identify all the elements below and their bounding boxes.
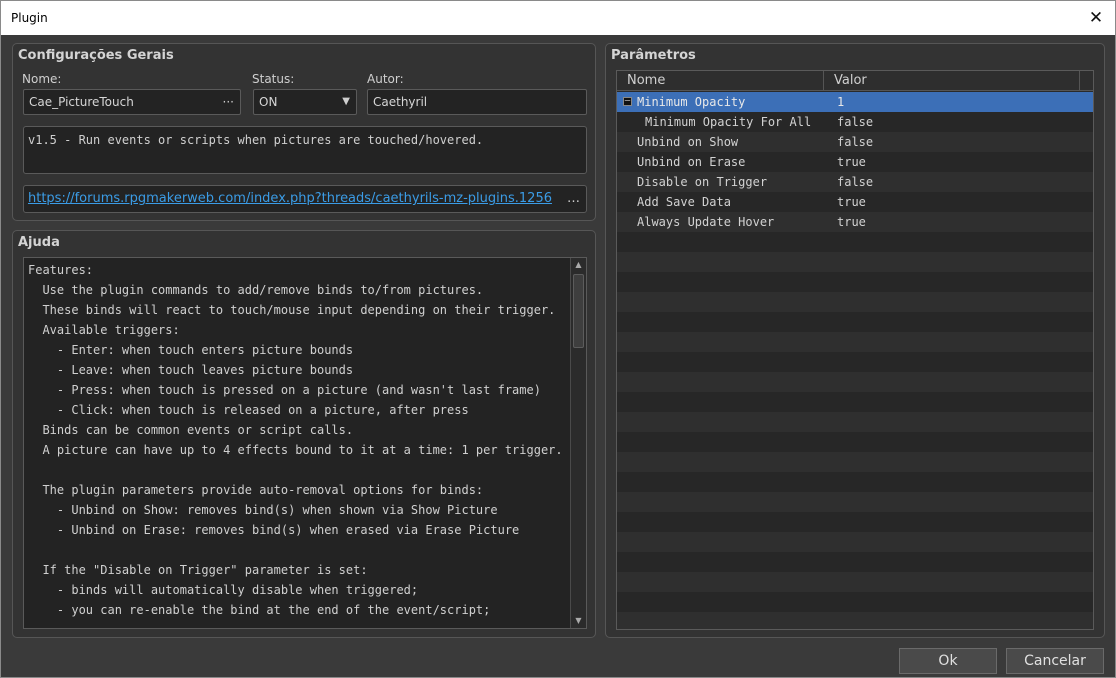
name-value: Cae_PictureTouch bbox=[29, 95, 134, 109]
param-name: Disable on Trigger bbox=[637, 175, 768, 189]
table-row[interactable]: Unbind on Erase true bbox=[617, 152, 1093, 172]
table-row[interactable]: Minimum Opacity For All false bbox=[617, 112, 1093, 132]
empty-row bbox=[617, 292, 1093, 312]
param-value: false bbox=[837, 135, 874, 149]
empty-row bbox=[617, 392, 1093, 412]
column-divider[interactable] bbox=[1079, 71, 1080, 91]
help-group: Ajuda Features: Use the plugin commands … bbox=[12, 230, 596, 638]
param-value: false bbox=[837, 175, 874, 189]
column-header-name[interactable]: Nome bbox=[617, 71, 665, 91]
param-value: true bbox=[837, 155, 866, 169]
plugin-url-link[interactable]: https://forums.rpgmakerweb.com/index.php… bbox=[28, 191, 552, 206]
help-title: Ajuda bbox=[18, 235, 60, 250]
empty-row bbox=[617, 552, 1093, 572]
title-bar: Plugin ✕ bbox=[1, 1, 1115, 35]
parameter-rows: – Minimum Opacity 1 Minimum Opacity For … bbox=[617, 92, 1093, 629]
param-name: Unbind on Erase bbox=[637, 155, 746, 169]
empty-row bbox=[617, 452, 1093, 472]
table-row[interactable]: Always Update Hover true bbox=[617, 212, 1093, 232]
ok-button[interactable]: Ok bbox=[899, 648, 997, 674]
help-text: Features: Use the plugin commands to add… bbox=[28, 263, 563, 617]
table-row[interactable]: Disable on Trigger false bbox=[617, 172, 1093, 192]
help-scrollbar[interactable]: ▲ ▼ bbox=[570, 258, 586, 628]
general-settings-group: Configurações Gerais Nome: Cae_PictureTo… bbox=[12, 43, 596, 221]
table-row[interactable]: Unbind on Show false bbox=[617, 132, 1093, 152]
status-select[interactable]: ON ▼ bbox=[253, 89, 357, 115]
status-label: Status: bbox=[252, 72, 295, 86]
param-name: Unbind on Show bbox=[637, 135, 739, 149]
cancel-button[interactable]: Cancelar bbox=[1006, 648, 1104, 674]
scroll-thumb[interactable] bbox=[573, 274, 584, 348]
description-text: v1.5 - Run events or scripts when pictur… bbox=[28, 133, 484, 147]
author-value: Caethyril bbox=[373, 95, 428, 109]
param-value: true bbox=[837, 195, 866, 209]
param-value: false bbox=[837, 115, 874, 129]
table-row[interactable]: – Minimum Opacity 1 bbox=[617, 92, 1093, 112]
param-value: true bbox=[837, 215, 866, 229]
empty-row bbox=[617, 592, 1093, 612]
scroll-down-arrow-icon[interactable]: ▼ bbox=[571, 614, 586, 628]
param-name: Minimum Opacity bbox=[637, 95, 746, 109]
empty-row bbox=[617, 532, 1093, 552]
table-header: Nome Valor bbox=[617, 71, 1093, 91]
column-header-value[interactable]: Valor bbox=[824, 71, 867, 91]
empty-row bbox=[617, 252, 1093, 272]
empty-row bbox=[617, 512, 1093, 532]
empty-row bbox=[617, 272, 1093, 292]
close-icon[interactable]: ✕ bbox=[1083, 5, 1109, 31]
empty-row bbox=[617, 612, 1093, 629]
description-field[interactable]: v1.5 - Run events or scripts when pictur… bbox=[23, 126, 587, 174]
empty-row bbox=[617, 472, 1093, 492]
author-field[interactable]: Caethyril bbox=[367, 89, 587, 115]
param-value: 1 bbox=[837, 95, 845, 109]
author-label: Autor: bbox=[367, 72, 404, 86]
plugin-dialog: Plugin ✕ Configurações Gerais Nome: Cae_… bbox=[0, 0, 1116, 678]
help-text-area[interactable]: Features: Use the plugin commands to add… bbox=[23, 257, 587, 629]
name-browse-button[interactable]: ··· bbox=[223, 90, 234, 114]
parameters-table: Nome Valor – Minimum Opacity 1 Minimum O… bbox=[616, 70, 1094, 630]
empty-row bbox=[617, 572, 1093, 592]
empty-row bbox=[617, 332, 1093, 352]
param-name: Always Update Hover bbox=[637, 215, 775, 229]
empty-row bbox=[617, 312, 1093, 332]
table-row[interactable]: Add Save Data true bbox=[617, 192, 1093, 212]
param-name: Minimum Opacity For All bbox=[645, 115, 812, 129]
scroll-up-arrow-icon[interactable]: ▲ bbox=[571, 258, 586, 272]
empty-row bbox=[617, 232, 1093, 252]
name-field[interactable]: Cae_PictureTouch ··· bbox=[23, 89, 241, 115]
status-value: ON bbox=[259, 95, 278, 109]
empty-row bbox=[617, 492, 1093, 512]
url-field[interactable]: https://forums.rpgmakerweb.com/index.php… bbox=[23, 185, 587, 213]
name-label: Nome: bbox=[22, 72, 62, 86]
parameters-title: Parâmetros bbox=[611, 48, 696, 63]
parameters-group: Parâmetros Nome Valor – Minimum Opacity … bbox=[605, 43, 1105, 638]
collapse-minus-icon[interactable]: – bbox=[623, 97, 632, 106]
general-settings-title: Configurações Gerais bbox=[18, 48, 174, 63]
url-ellipsis: … bbox=[567, 186, 580, 212]
param-name: Add Save Data bbox=[637, 195, 731, 209]
chevron-down-icon[interactable]: ▼ bbox=[342, 90, 350, 114]
empty-row bbox=[617, 352, 1093, 372]
empty-row bbox=[617, 432, 1093, 452]
window-title: Plugin bbox=[11, 11, 48, 25]
empty-row bbox=[617, 372, 1093, 392]
empty-row bbox=[617, 412, 1093, 432]
